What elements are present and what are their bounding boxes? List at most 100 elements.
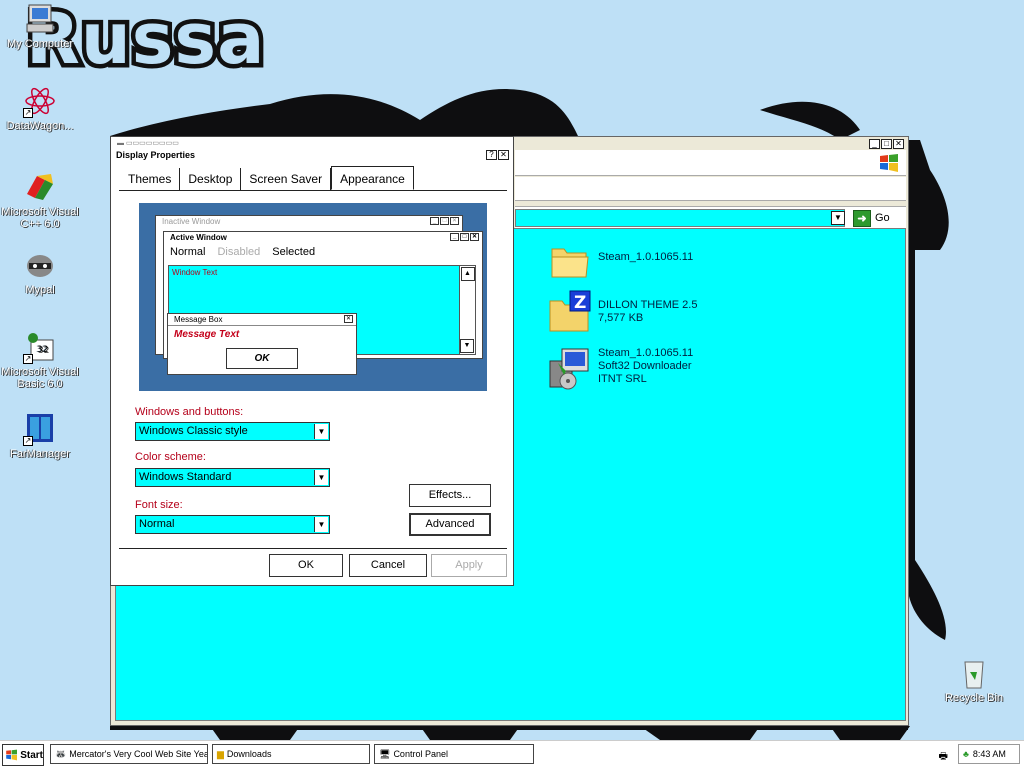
- preview-inactive-title: Inactive Window: [162, 217, 221, 226]
- desktop-icon-visual-cpp[interactable]: Microsoft Visual C++ 6.0: [0, 170, 80, 230]
- color-scheme-select[interactable]: Windows Standard ▼: [135, 468, 330, 487]
- visual-basic-icon: 32 ↗: [23, 330, 57, 364]
- desktop-icon-farmanager[interactable]: ↗ FarManager: [0, 412, 80, 460]
- desktop-icon-datawagon[interactable]: ↗ DataWagon...: [0, 84, 80, 132]
- file-name: DILLON THEME 2.5: [598, 299, 698, 311]
- preview-window-text: Window Text: [172, 268, 218, 277]
- preview-active-title: Active Window: [170, 233, 227, 242]
- chevron-down-icon[interactable]: ▼: [314, 470, 328, 485]
- taskbar: Start 🦝 Mercator's Very Cool Web Site Ye…: [0, 740, 1024, 768]
- dialog-title: Display Properties: [114, 149, 510, 162]
- ok-button[interactable]: OK: [269, 554, 343, 577]
- tab-desktop[interactable]: Desktop: [180, 168, 242, 190]
- go-label: Go: [875, 212, 890, 224]
- file-size: 7,577 KB: [598, 312, 644, 324]
- file-item[interactable]: Z DILLON THEME 2.5 7,577 KB: [548, 289, 697, 333]
- desktop-icon-label: My Computer: [6, 38, 74, 50]
- preview-msgbox-text: Message Text: [174, 329, 240, 340]
- minimize-button[interactable]: _: [869, 139, 880, 149]
- color-scheme-label: Color scheme:: [135, 451, 206, 463]
- preview-message-box: Message Box ✕ Message Text OK: [167, 313, 357, 375]
- preview-menu-normal: Normal: [170, 246, 206, 258]
- file-item[interactable]: Steam_1.0.1065.11: [548, 239, 693, 283]
- tab-strip: Themes Desktop Screen Saver Appearance: [120, 166, 414, 191]
- display-properties-dialog[interactable]: ▬ ▭▭▭▭▭▭▭▭ Display Properties ? ✕ Themes…: [110, 136, 514, 586]
- effects-button[interactable]: Effects...: [409, 484, 491, 507]
- font-size-select[interactable]: Normal ▼: [135, 515, 330, 534]
- tab-themes[interactable]: Themes: [120, 168, 181, 190]
- preview-msgbox-title: Message Box: [174, 315, 223, 324]
- network-icon[interactable]: ♣: [963, 749, 969, 759]
- taskbar-button-label: Mercator's Very Cool Web Site Yeah ...: [69, 749, 207, 759]
- taskbar-button-label: Downloads: [226, 749, 272, 759]
- close-button[interactable]: ✕: [498, 150, 509, 160]
- maximize-button[interactable]: □: [881, 139, 892, 149]
- close-button[interactable]: ✕: [893, 139, 904, 149]
- control-panel-icon: 🖥: [379, 748, 391, 759]
- file-name: Steam_1.0.1065.11: [598, 251, 694, 263]
- chevron-down-icon[interactable]: ▼: [831, 211, 845, 225]
- scroll-down-icon: ▼: [460, 339, 474, 353]
- desktop-icon-label: Microsoft Visual Basic 6.0: [1, 366, 79, 390]
- visual-cpp-icon: [23, 170, 57, 204]
- file-description: Soft32 Downloader: [598, 360, 692, 372]
- desktop-icon-mypal[interactable]: Mypal: [0, 248, 80, 296]
- shortcut-arrow-icon: ↗: [23, 108, 33, 118]
- file-item[interactable]: Steam_1.0.1065.11 Soft32 Downloader ITNT…: [548, 347, 693, 391]
- svg-text:Z: Z: [574, 293, 586, 313]
- preview-menu-disabled: Disabled: [217, 246, 261, 258]
- tab-screen-saver[interactable]: Screen Saver: [241, 168, 332, 190]
- desktop-icon-label: Microsoft Visual C++ 6.0: [1, 206, 79, 230]
- taskbar-button-downloads[interactable]: ▆ Downloads: [212, 744, 370, 764]
- preview-msgbox-ok: OK: [226, 348, 298, 369]
- desktop-icon-label: Recycle Bin: [944, 692, 1004, 704]
- chevron-down-icon[interactable]: ▼: [314, 424, 328, 439]
- desktop-icon-label: Mypal: [25, 284, 55, 296]
- help-button[interactable]: ?: [486, 150, 497, 160]
- file-company: ITNT SRL: [598, 373, 647, 385]
- ghost-title-bar: ▬ ▭▭▭▭▭▭▭▭: [117, 140, 179, 147]
- printer-icon[interactable]: 🖶: [939, 749, 948, 766]
- appearance-panel: Inactive Window _ □ ✕ Active Window _ □ ✕ No…: [119, 190, 507, 548]
- start-button[interactable]: Start: [2, 744, 44, 766]
- start-label: Start: [20, 749, 43, 761]
- go-button[interactable]: ➜ Go: [853, 209, 890, 227]
- desktop-icon-label: DataWagon...: [6, 120, 74, 132]
- apply-button[interactable]: Apply: [431, 554, 507, 577]
- taskbar-button-label: Control Panel: [393, 749, 448, 759]
- address-input[interactable]: ▼: [515, 209, 845, 227]
- desktop-icon-my-computer[interactable]: My Computer: [0, 2, 80, 50]
- taskbar-button-control-panel[interactable]: 🖥 Control Panel: [374, 744, 534, 764]
- folder-icon: ▆: [217, 748, 224, 759]
- windows-flag-icon: [6, 749, 18, 761]
- tab-appearance[interactable]: Appearance: [331, 166, 414, 190]
- taskbar-button-browser[interactable]: 🦝 Mercator's Very Cool Web Site Yeah ...: [50, 744, 208, 764]
- menu-bar: [515, 150, 906, 176]
- recycle-bin-icon: [957, 656, 991, 690]
- clock[interactable]: 8:43 AM: [973, 749, 1006, 759]
- browser-icon: 🦝: [55, 748, 67, 759]
- scroll-up-icon: ▲: [460, 267, 475, 281]
- desktop-icon-visual-basic[interactable]: 32 ↗ Microsoft Visual Basic 6.0: [0, 330, 80, 390]
- svg-text:32: 32: [37, 345, 48, 355]
- font-size-value: Normal: [139, 518, 175, 530]
- desktop-icon-label: FarManager: [10, 448, 70, 460]
- computer-icon: [23, 2, 57, 36]
- zip-folder-icon: Z: [548, 289, 592, 333]
- font-size-label: Font size:: [135, 499, 183, 511]
- preview-menu: Normal Disabled Selected: [164, 244, 482, 260]
- window-controls: ? ✕: [486, 150, 509, 160]
- installer-icon: [548, 347, 592, 391]
- advanced-button[interactable]: Advanced: [409, 513, 491, 536]
- desktop-icon-recycle-bin[interactable]: Recycle Bin: [934, 656, 1014, 704]
- far-manager-icon: ↗: [23, 412, 57, 446]
- windows-buttons-value: Windows Classic style: [139, 425, 248, 437]
- color-scheme-value: Windows Standard: [139, 471, 232, 483]
- cancel-button[interactable]: Cancel: [349, 554, 427, 577]
- chevron-down-icon[interactable]: ▼: [314, 517, 328, 532]
- raccoon-icon: [23, 248, 57, 282]
- windows-buttons-select[interactable]: Windows Classic style ▼: [135, 422, 330, 441]
- shortcut-arrow-icon: ↗: [23, 436, 33, 446]
- preview-menu-selected: Selected: [272, 246, 316, 258]
- window-controls: _ □ ✕: [869, 139, 904, 149]
